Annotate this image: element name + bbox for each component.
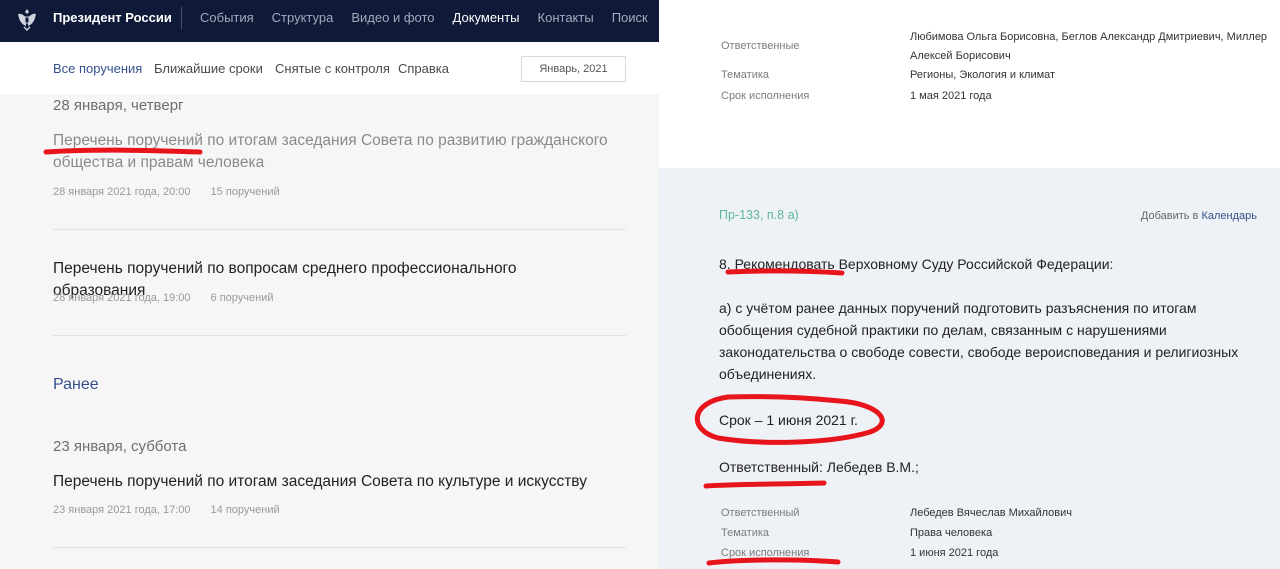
item-count: 6 поручений [210,292,274,304]
item-count: 14 поручений [210,504,280,516]
site-header: Президент России События Структура Видео… [0,0,659,42]
date-heading: 28 января, четверг [53,97,184,114]
meta-label-topic: Тематика [721,527,770,539]
order-list-item-meta: 28 января 2021 года, 19:00 6 поручений [53,292,274,304]
nav-contacts[interactable]: Контакты [538,10,594,25]
order-deadline-text: Срок – 1 июня 2021 г. [719,412,858,428]
order-detail-panel: Ответственные Любимова Ольга Борисовна, … [659,0,1280,569]
item-date: 28 января 2021 года, 19:00 [53,292,191,304]
nav-structure[interactable]: Структура [272,10,334,25]
tab-upcoming-deadlines[interactable]: Ближайшие сроки [154,61,263,76]
order-id: Пр-133, п.8 а) [719,208,799,222]
tab-removed-from-control[interactable]: Снятые с контроля [275,61,390,76]
main-nav: События Структура Видео и фото Документы… [200,10,659,25]
item-date: 28 января 2021 года, 20:00 [53,186,191,198]
order-list-item-title[interactable]: Перечень поручений по итогам заседания С… [53,471,613,493]
add-to-calendar-prefix: Добавить в [1140,210,1202,222]
divider [53,229,626,230]
order-list-item-title[interactable]: Перечень поручений по итогам заседания С… [53,130,613,174]
tab-all-orders[interactable]: Все поручения [53,61,142,76]
emblem-icon[interactable] [14,6,40,32]
add-to-calendar[interactable]: Добавить в Календарь [1141,210,1257,222]
meta-value-topic[interactable]: Регионы, Экология и климат [910,66,1270,85]
tab-reference[interactable]: Справка [398,61,449,76]
orders-list-panel: Президент России События Структура Видео… [0,0,659,569]
month-selector[interactable]: Январь, 2021 [521,56,626,82]
nav-documents[interactable]: Документы [453,10,520,25]
earlier-heading: Ранее [53,376,99,393]
date-heading: 23 января, суббота [53,438,187,455]
order-paragraph: 8. Рекомендовать Верховному Суду Российс… [719,256,1114,272]
orders-subnav: Все поручения Ближайшие сроки Снятые с к… [0,42,659,94]
meta-label-deadline: Срок исполнения [721,547,810,559]
order-list-item-meta: 23 января 2021 года, 17:00 14 поручений [53,504,280,516]
item-count: 15 поручений [210,186,280,198]
meta-value-deadline: 1 июня 2021 года [910,547,999,559]
meta-value-responsible: Любимова Ольга Борисовна, Беглов Алексан… [910,31,1268,62]
nav-video-photo[interactable]: Видео и фото [351,10,434,25]
order-responsible-text: Ответственный: Лебедев В.М.; [719,459,919,475]
meta-label-deadline: Срок исполнения [721,90,810,102]
item-date: 23 января 2021 года, 17:00 [53,504,191,516]
order-paragraph: а) с учётом ранее данных поручений подго… [719,300,1239,382]
divider [53,335,626,336]
meta-label-responsible: Ответственные [721,40,800,52]
meta-label-topic: Тематика [721,69,770,81]
calendar-link[interactable]: Календарь [1201,210,1257,222]
header-divider [181,7,182,29]
nav-search[interactable]: Поиск [612,10,648,25]
nav-events[interactable]: События [200,10,254,25]
previous-order-meta: Ответственные Любимова Ольга Борисовна, … [659,0,1280,168]
divider [53,547,626,548]
meta-value-topic[interactable]: Права человека [910,524,1270,543]
site-title[interactable]: Президент России [53,10,172,25]
order-list-item-meta: 28 января 2021 года, 20:00 15 поручений [53,186,280,198]
meta-value-responsible: Лебедев Вячеслав Михайлович [910,507,1072,519]
meta-label-responsible: Ответственный [721,507,800,519]
meta-value-deadline: 1 мая 2021 года [910,90,992,102]
